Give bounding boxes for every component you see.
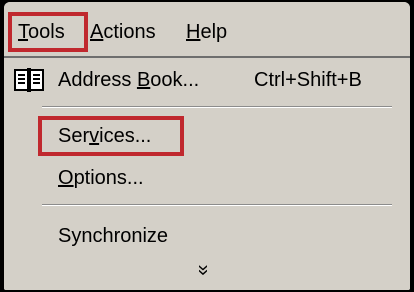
menu-actions[interactable]: Actions — [84, 14, 162, 50]
expand-menu-chevron-icon[interactable]: » — [190, 258, 218, 282]
menu-item-options[interactable]: Options... — [4, 160, 410, 196]
menu-tools[interactable]: Tools — [12, 14, 71, 50]
menu-divider — [42, 106, 392, 108]
menu-item-synchronize[interactable]: Synchronize — [4, 218, 410, 254]
tools-dropdown-menu: Address Book... Ctrl+Shift+B Services...… — [4, 58, 410, 290]
address-book-label-post: ook... — [150, 69, 200, 91]
menu-item-address-book[interactable]: Address Book... Ctrl+Shift+B — [4, 62, 410, 98]
expand-glyph: » — [193, 264, 215, 276]
synchronize-label: Synchronize — [58, 225, 169, 247]
menu-bar: Tools Actions Help — [4, 2, 410, 56]
address-book-label-pre: Address — [58, 69, 137, 91]
services-label-pre: Ser — [58, 125, 90, 147]
menu-actions-mnemonic: A — [90, 21, 104, 43]
services-label-post: ices... — [99, 125, 152, 147]
menu-help[interactable]: Help — [180, 14, 233, 50]
menu-window: Tools Actions Help Address Book... Ctrl+… — [4, 2, 410, 290]
options-mnemonic: O — [58, 167, 74, 189]
address-book-mnemonic: B — [136, 69, 151, 91]
window-frame: Tools Actions Help Address Book... Ctrl+… — [0, 0, 414, 292]
services-mnemonic: v — [89, 125, 100, 147]
address-book-icon — [14, 68, 44, 92]
services-label: Services... — [58, 118, 151, 154]
address-book-label: Address Book... — [58, 62, 199, 98]
menu-item-services[interactable]: Services... — [4, 118, 410, 154]
options-label-post: ptions... — [73, 167, 144, 189]
address-book-shortcut: Ctrl+Shift+B — [254, 69, 362, 91]
menu-tools-rest: ools — [28, 21, 65, 43]
options-label: Options... — [58, 160, 144, 196]
menu-actions-rest: ctions — [103, 21, 156, 43]
menu-divider — [42, 204, 392, 206]
menu-help-mnemonic: H — [186, 21, 201, 43]
menu-help-rest: elp — [200, 21, 228, 43]
menu-tools-mnemonic: T — [18, 21, 28, 43]
